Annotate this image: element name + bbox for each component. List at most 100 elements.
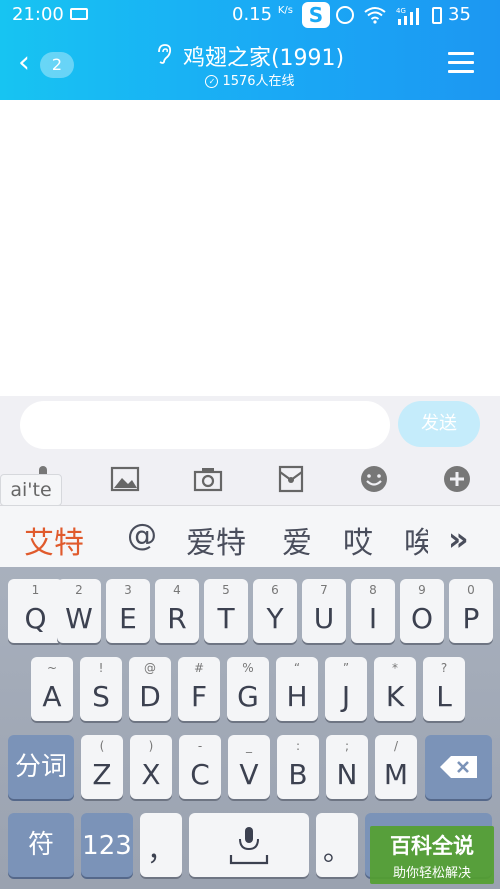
- key-x[interactable]: ) X: [130, 735, 172, 799]
- image-icon[interactable]: [108, 464, 142, 498]
- key-label: T: [217, 602, 235, 635]
- online-count: ✓ 1576人在线: [120, 70, 380, 89]
- key-f[interactable]: # F: [178, 657, 220, 721]
- key-sub: ~: [46, 661, 58, 675]
- menu-icon[interactable]: [448, 52, 474, 74]
- candidate-item[interactable]: @: [127, 518, 157, 553]
- ear-icon: [156, 43, 172, 69]
- symbol-key[interactable]: 符: [8, 813, 74, 877]
- key-sub: ?: [440, 661, 448, 675]
- key-label: U: [313, 602, 335, 635]
- key-w[interactable]: 2W: [57, 579, 101, 643]
- sogou-icon: S: [302, 2, 330, 28]
- battery-icon: [432, 7, 442, 24]
- key-r[interactable]: 4R: [155, 579, 199, 643]
- key-s[interactable]: ! S: [80, 657, 122, 721]
- key-sub: -: [197, 739, 203, 753]
- key-label: P: [462, 602, 480, 635]
- key-t[interactable]: 5T: [204, 579, 248, 643]
- key-sub: @: [144, 661, 156, 675]
- key-sub: /: [393, 739, 399, 753]
- page-title: 鸡翅之家(1991): [182, 46, 345, 71]
- watermark-subtitle: 助你轻松解决: [392, 866, 471, 881]
- key-u[interactable]: 7U: [302, 579, 346, 643]
- key-sub: 6: [271, 583, 279, 597]
- network-speed-value: 0.15: [232, 4, 273, 25]
- key-m[interactable]: / M: [375, 735, 417, 799]
- candidate-item[interactable]: 哎: [343, 518, 373, 562]
- message-input[interactable]: [20, 401, 390, 449]
- key-k[interactable]: * K: [374, 657, 416, 721]
- key-n[interactable]: ; N: [326, 735, 368, 799]
- send-button[interactable]: 发送: [398, 401, 480, 447]
- key-sub: 2: [75, 583, 83, 597]
- key-label: M: [383, 758, 409, 791]
- key-sub: !: [98, 661, 104, 675]
- key-sub: 8: [369, 583, 377, 597]
- battery-level: 35: [448, 4, 471, 25]
- key-p[interactable]: 0P: [449, 579, 493, 643]
- number-key[interactable]: 123: [81, 813, 133, 877]
- candidate-bar: 艾特 @ 爱特 爱 哎 唉 »: [0, 505, 500, 567]
- candidate-item[interactable]: 爱特: [186, 518, 246, 562]
- backspace-icon: [439, 756, 477, 778]
- back-button[interactable]: ‹ 2: [18, 48, 78, 80]
- candidate-item[interactable]: 艾特: [24, 518, 84, 562]
- key-c[interactable]: -C: [179, 735, 221, 799]
- key-o[interactable]: 9O: [400, 579, 444, 643]
- fenci-key[interactable]: 分词: [8, 735, 74, 799]
- wifi-icon: [364, 6, 386, 28]
- key-a[interactable]: ~ A: [31, 657, 73, 721]
- key-sub: %: [242, 661, 254, 675]
- online-count-text: 1576人在线: [222, 74, 295, 89]
- key-v[interactable]: _ V: [228, 735, 270, 799]
- key-label: A: [42, 680, 62, 713]
- camera-icon[interactable]: [191, 464, 225, 498]
- key-label: Y: [266, 602, 284, 635]
- key-label: 。: [322, 834, 351, 867]
- key-label: S: [92, 680, 110, 713]
- chat-area[interactable]: [0, 100, 500, 396]
- unread-badge: 2: [40, 52, 74, 78]
- status-time: 21:00: [12, 4, 64, 25]
- backspace-key[interactable]: [425, 735, 492, 799]
- candidate-item[interactable]: 唉: [404, 518, 428, 562]
- red-packet-icon[interactable]: [274, 464, 308, 498]
- network-speed: 0.15 K/s: [232, 4, 293, 25]
- key-label: X: [141, 758, 161, 791]
- key-b[interactable]: :B: [277, 735, 319, 799]
- candidate-item[interactable]: 爱: [282, 518, 312, 562]
- key-g[interactable]: % G: [227, 657, 269, 721]
- comma-key[interactable]: ，: [140, 813, 182, 877]
- period-key[interactable]: 。: [316, 813, 358, 877]
- key-l[interactable]: ? L: [423, 657, 465, 721]
- key-label: K: [385, 680, 405, 713]
- key-j[interactable]: ” J: [325, 657, 367, 721]
- key-h[interactable]: “H: [276, 657, 318, 721]
- signal-icon: 4G: [396, 6, 420, 25]
- keyboard-icon: [70, 8, 88, 20]
- space-key[interactable]: [189, 813, 309, 877]
- key-label: 分词: [14, 752, 67, 782]
- key-sub: (: [99, 739, 105, 753]
- plus-icon[interactable]: [440, 464, 474, 498]
- emoji-icon[interactable]: [357, 464, 391, 498]
- alarm-icon: [336, 6, 354, 24]
- key-d[interactable]: @ D: [129, 657, 171, 721]
- group-title[interactable]: 鸡翅之家(1991): [120, 40, 380, 72]
- toolbar: [0, 460, 500, 505]
- key-sub: :: [295, 739, 301, 753]
- key-sub: 7: [320, 583, 328, 597]
- key-label: R: [167, 602, 187, 635]
- network-type: 4G: [396, 7, 406, 15]
- key-z[interactable]: (Z: [81, 735, 123, 799]
- key-sub: ”: [342, 661, 350, 675]
- key-i[interactable]: 8I: [351, 579, 395, 643]
- key-e[interactable]: 3E: [106, 579, 150, 643]
- key-y[interactable]: 6Y: [253, 579, 297, 643]
- key-label: B: [288, 758, 308, 791]
- key-label: J: [341, 680, 351, 713]
- key-q[interactable]: 1Q: [8, 579, 63, 643]
- key-sub: 9: [418, 583, 426, 597]
- double-chevron-right-icon[interactable]: »: [448, 520, 469, 558]
